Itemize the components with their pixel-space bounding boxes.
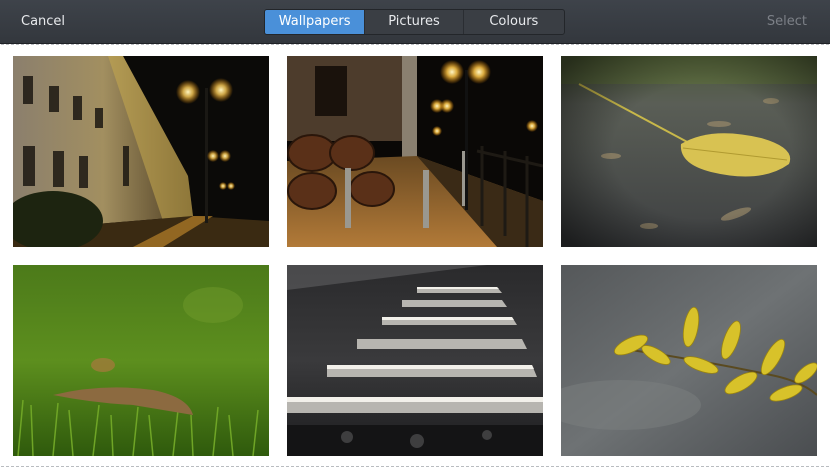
tab-colours[interactable]: Colours <box>464 10 564 34</box>
wallpaper-railway[interactable] <box>287 265 543 456</box>
view-switcher: Wallpapers Pictures Colours <box>264 9 565 35</box>
wallpaper-grid <box>1 44 829 467</box>
cancel-button[interactable]: Cancel <box>21 0 65 44</box>
wallpaper-yellow-leaves[interactable] <box>561 265 817 456</box>
leaf-asphalt-image <box>561 56 817 247</box>
select-button[interactable]: Select <box>767 0 807 44</box>
tab-pictures[interactable]: Pictures <box>365 10 464 34</box>
wallpaper-night-street[interactable] <box>13 56 269 247</box>
leaf-grass-image <box>13 265 269 456</box>
railway-image <box>287 265 543 456</box>
night-barrels-image <box>287 56 543 247</box>
wallpaper-leaf-asphalt[interactable] <box>561 56 817 247</box>
wallpaper-night-barrels[interactable] <box>287 56 543 247</box>
night-street-image <box>13 56 269 247</box>
tab-wallpapers[interactable]: Wallpapers <box>265 10 366 34</box>
wallpaper-leaf-grass[interactable] <box>13 265 269 456</box>
header-bar: Cancel Wallpapers Pictures Colours Selec… <box>0 0 830 44</box>
yellow-leaves-image <box>561 265 817 456</box>
